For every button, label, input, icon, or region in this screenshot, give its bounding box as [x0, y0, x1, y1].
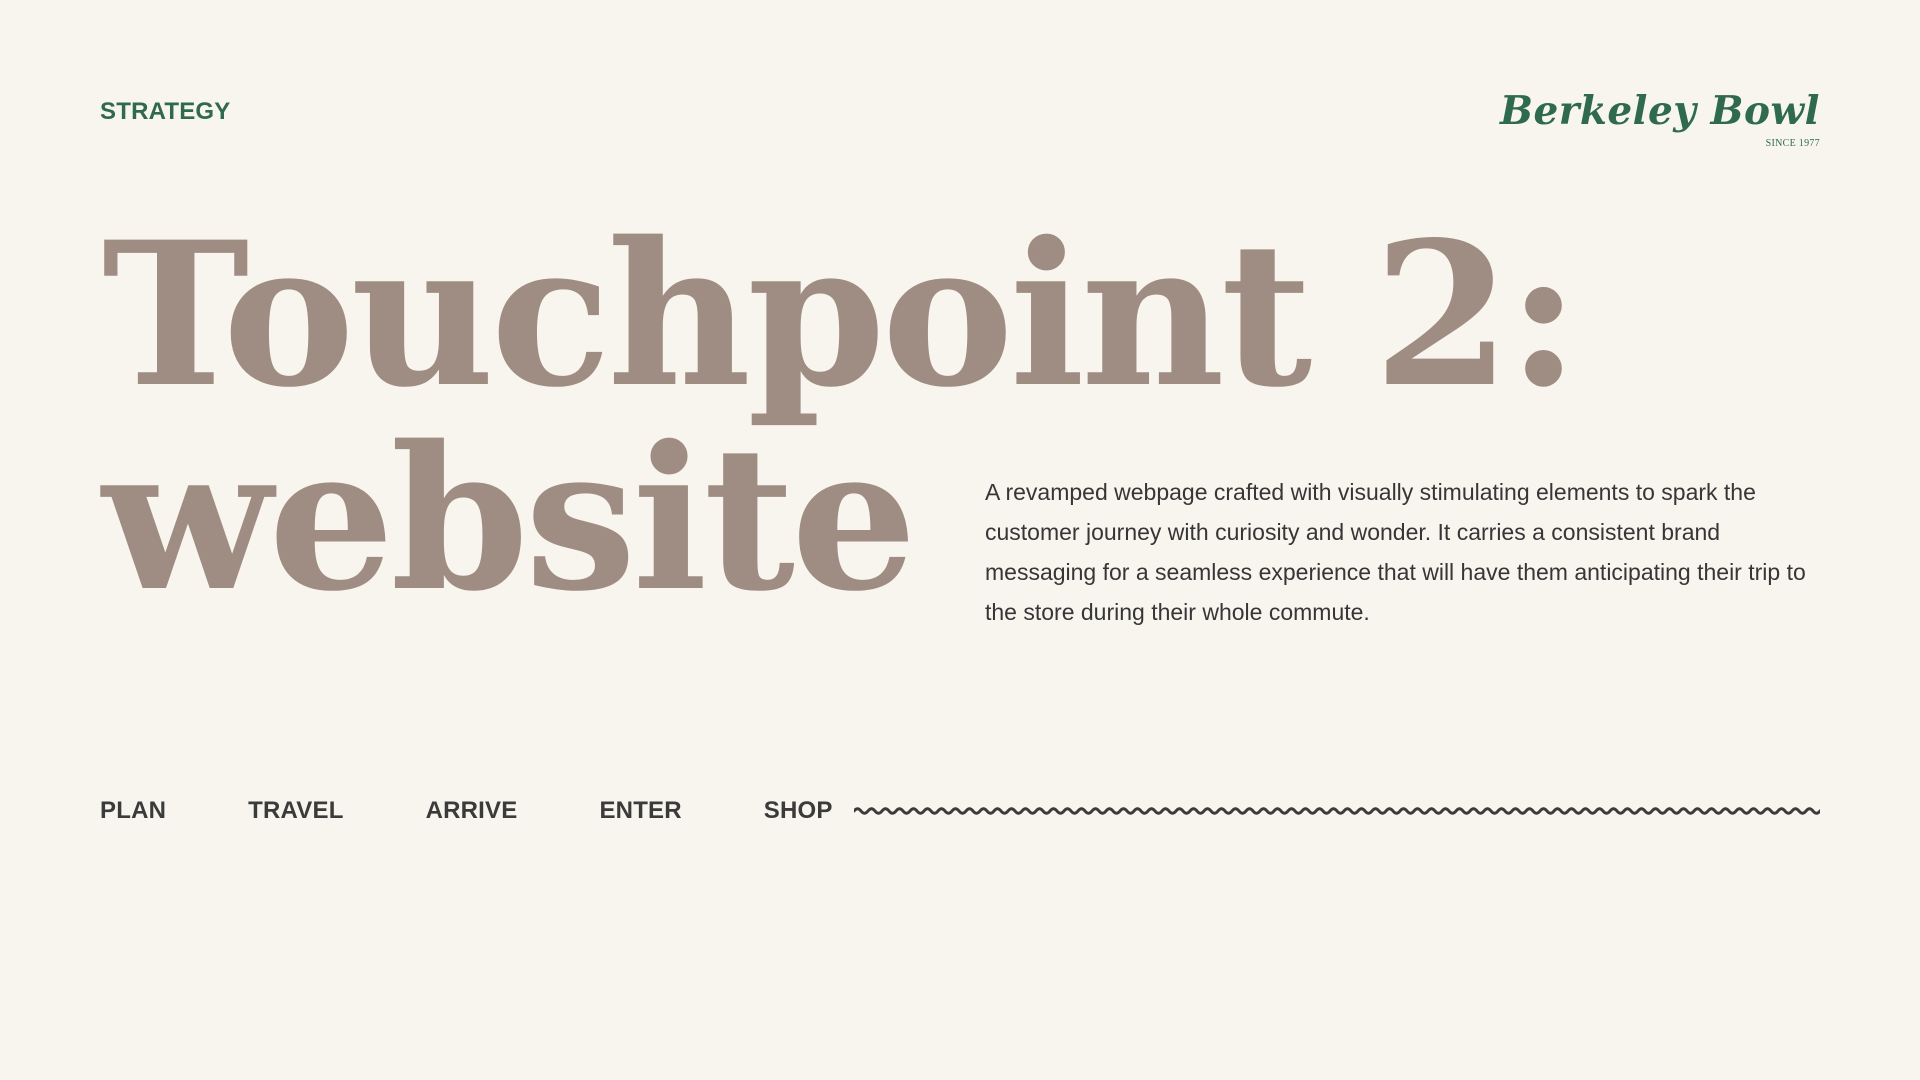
- brand-wordmark: Berkeley Bowl: [1500, 88, 1820, 134]
- journey-nav: PLAN TRAVEL ARRIVE ENTER SHOP: [100, 796, 832, 826]
- nav-item-shop[interactable]: SHOP: [764, 799, 833, 823]
- nav-item-arrive[interactable]: ARRIVE: [426, 799, 518, 823]
- brand-logo: Berkeley Bowl SINCE 1977: [1500, 92, 1820, 156]
- brand-since-label: SINCE 1977: [1765, 138, 1820, 149]
- wavy-line-divider-icon: [854, 807, 1820, 815]
- nav-item-travel[interactable]: TRAVEL: [248, 799, 343, 823]
- headline-line-1: Touchpoint 2:: [102, 198, 1580, 431]
- nav-item-enter[interactable]: ENTER: [599, 799, 681, 823]
- description-text: A revamped webpage crafted with visually…: [985, 479, 1806, 625]
- nav-item-plan[interactable]: PLAN: [100, 799, 166, 823]
- headline-line-2: website: [102, 402, 917, 635]
- section-label: STRATEGY: [100, 98, 231, 125]
